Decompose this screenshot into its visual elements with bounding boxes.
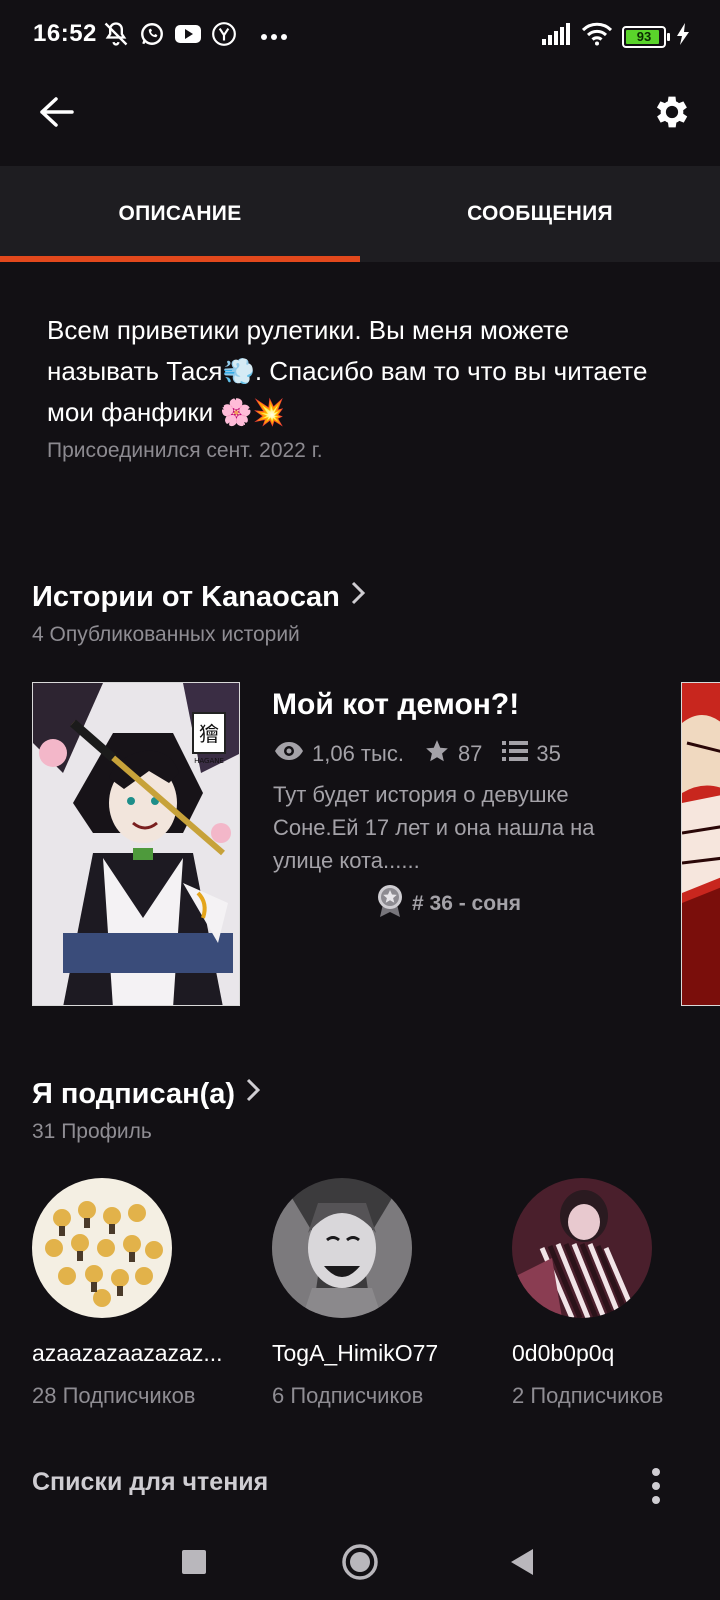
- wifi-icon: [581, 22, 613, 51]
- arrow-left-icon: [38, 96, 74, 133]
- status-time: 16:52: [33, 20, 97, 47]
- battery-icon: 93: [622, 25, 670, 48]
- tab-messages-label: СООБЩЕНИЯ: [467, 202, 613, 225]
- home-button[interactable]: [330, 1534, 390, 1594]
- list-icon: [502, 740, 529, 768]
- profile-name: 0d0b0p0q: [512, 1340, 615, 1366]
- profile-followers: 28 Подписчиков: [32, 1383, 196, 1408]
- story-cover-art: 獪 HAGANE: [33, 683, 239, 1005]
- tab-messages[interactable]: СООБЩЕНИЯ: [360, 166, 720, 262]
- votes-count: 87: [457, 741, 483, 766]
- stories-title: Истории от Kanaocan: [32, 580, 340, 613]
- back-triangle-icon: [509, 1548, 535, 1581]
- system-nav-bar: [0, 1520, 720, 1600]
- votes-stat: 87: [424, 738, 482, 770]
- more-dots-icon: [260, 28, 288, 46]
- status-icons-right: 93: [542, 22, 690, 51]
- tab-description[interactable]: ОПИСАНИЕ: [0, 166, 360, 262]
- screen: 16:52 93 ОПИСАНИЕ СООБЩЕНИЯ Всем привети…: [0, 0, 720, 1600]
- settings-button[interactable]: [644, 86, 700, 142]
- gear-icon: [651, 91, 693, 138]
- eye-icon: [274, 741, 304, 767]
- profile-description: Всем приветики рулетики. Вы меня можете …: [47, 310, 667, 463]
- battery-nub: [667, 32, 670, 41]
- reading-lists-title[interactable]: Списки для чтения: [32, 1468, 268, 1497]
- stories-section-header[interactable]: Истории от Kanaocan: [32, 580, 366, 614]
- avatar: [32, 1178, 172, 1318]
- whatsapp-icon: [139, 21, 165, 52]
- followed-profile[interactable]: TogA_HimikO77 6 Подписчиков: [272, 1178, 482, 1409]
- youtube-icon: [174, 23, 202, 50]
- recents-square-icon: [181, 1549, 207, 1580]
- avatar: [512, 1178, 652, 1318]
- status-bar: 16:52 93: [0, 0, 720, 70]
- following-title: Я подписан(а): [32, 1077, 236, 1110]
- next-story-cover[interactable]: [681, 682, 720, 1006]
- views-count: 1,06 тыс.: [312, 741, 404, 766]
- following-count: 31 Профиль: [32, 1120, 152, 1143]
- story-stats: 1,06 тыс. 87 35: [274, 738, 581, 770]
- story-rank[interactable]: # 36 - соня: [376, 884, 521, 924]
- status-icons-left: [102, 20, 288, 53]
- parts-count: 35: [536, 741, 561, 766]
- active-tab-indicator: [0, 256, 360, 262]
- rank-badge-icon: [376, 884, 404, 924]
- signal-icon: [542, 23, 572, 50]
- app-bar: [0, 70, 720, 166]
- profile-followers: 2 Подписчиков: [512, 1383, 664, 1408]
- parts-stat: 35: [502, 740, 561, 768]
- followed-profile[interactable]: azaazazaazazaz... 28 Подписчиков: [32, 1178, 242, 1409]
- system-back-button[interactable]: [492, 1534, 552, 1594]
- following-section-header[interactable]: Я подписан(а): [32, 1077, 261, 1111]
- profile-name: TogA_HimikO77: [272, 1340, 439, 1366]
- cover-text: HAGANE: [194, 757, 224, 765]
- notifications-muted-icon: [102, 20, 130, 53]
- profile-followers: 6 Подписчиков: [272, 1383, 424, 1408]
- chevron-right-icon: [350, 580, 366, 614]
- rank-text: # 36 - соня: [412, 892, 521, 915]
- tab-description-label: ОПИСАНИЕ: [118, 202, 242, 225]
- story-title[interactable]: Мой кот демон?!: [272, 688, 519, 722]
- recents-button[interactable]: [164, 1534, 224, 1594]
- avatar: [272, 1178, 412, 1318]
- next-story-cover-art: [682, 683, 720, 1005]
- joined-date: Присоединился сент. 2022 г.: [47, 439, 323, 462]
- views-stat: 1,06 тыс.: [274, 741, 404, 767]
- battery-level-text: 93: [636, 28, 652, 44]
- profile-name: azaazazaazazaz...: [32, 1340, 223, 1366]
- story-cover[interactable]: 獪 HAGANE: [32, 682, 240, 1006]
- star-icon: [424, 738, 450, 770]
- tab-bar: ОПИСАНИЕ СООБЩЕНИЯ: [0, 166, 720, 262]
- home-circle-icon: [341, 1543, 379, 1586]
- followed-profile[interactable]: 0d0b0p0q 2 Подписчиков: [512, 1178, 720, 1409]
- more-vertical-icon: [644, 1468, 668, 1510]
- chevron-right-icon: [245, 1077, 261, 1111]
- yandex-icon: [211, 21, 237, 52]
- description-text: Всем приветики рулетики. Вы меня можете …: [47, 315, 648, 427]
- svg-text:獪: 獪: [199, 722, 219, 746]
- stories-count: 4 Опубликованных историй: [32, 623, 300, 646]
- story-description: Тут будет история о девушке Соне.Ей 17 л…: [273, 782, 595, 873]
- charging-icon: [676, 23, 690, 50]
- reading-lists-more-button[interactable]: [644, 1466, 668, 1506]
- back-button[interactable]: [30, 88, 82, 140]
